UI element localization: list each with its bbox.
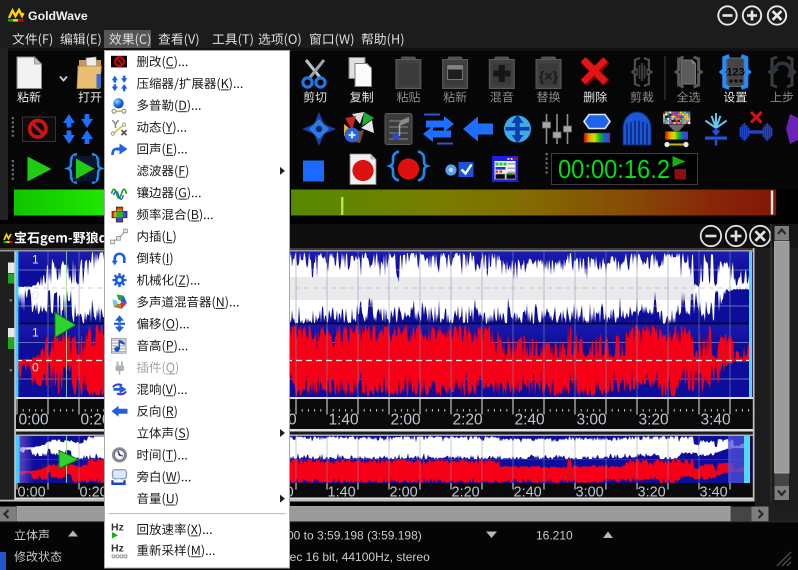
svg-text:00 to 3:59.198 (3:59.198): 00 to 3:59.198 (3:59.198): [287, 529, 422, 543]
svg-text:Hz: Hz: [111, 522, 124, 534]
svg-text:2:20: 2:20: [453, 412, 484, 429]
svg-text:2:40: 2:40: [515, 412, 546, 429]
svg-text:lec 16 bit, 44100Hz, stereo: lec 16 bit, 44100Hz, stereo: [287, 550, 430, 564]
svg-text:123: 123: [726, 67, 744, 79]
svg-text:0:00: 0:00: [19, 412, 50, 429]
svg-text:1:40: 1:40: [329, 412, 360, 429]
svg-text:1: 1: [32, 326, 39, 340]
svg-text:3:40: 3:40: [701, 412, 732, 429]
svg-text:{×}: {×}: [539, 68, 559, 84]
svg-text:3:00: 3:00: [577, 412, 608, 429]
svg-text:1: 1: [32, 253, 39, 267]
svg-text:0: 0: [32, 361, 39, 375]
svg-text:GoldWave: GoldWave: [28, 9, 88, 23]
svg-text:0: 0: [32, 289, 39, 303]
svg-text:3:20: 3:20: [639, 412, 670, 429]
svg-text:16.210: 16.210: [536, 529, 573, 543]
svg-text:Hz: Hz: [111, 542, 124, 554]
svg-text:2:00: 2:00: [391, 412, 422, 429]
svg-text:00:00:16.2: 00:00:16.2: [558, 154, 670, 184]
